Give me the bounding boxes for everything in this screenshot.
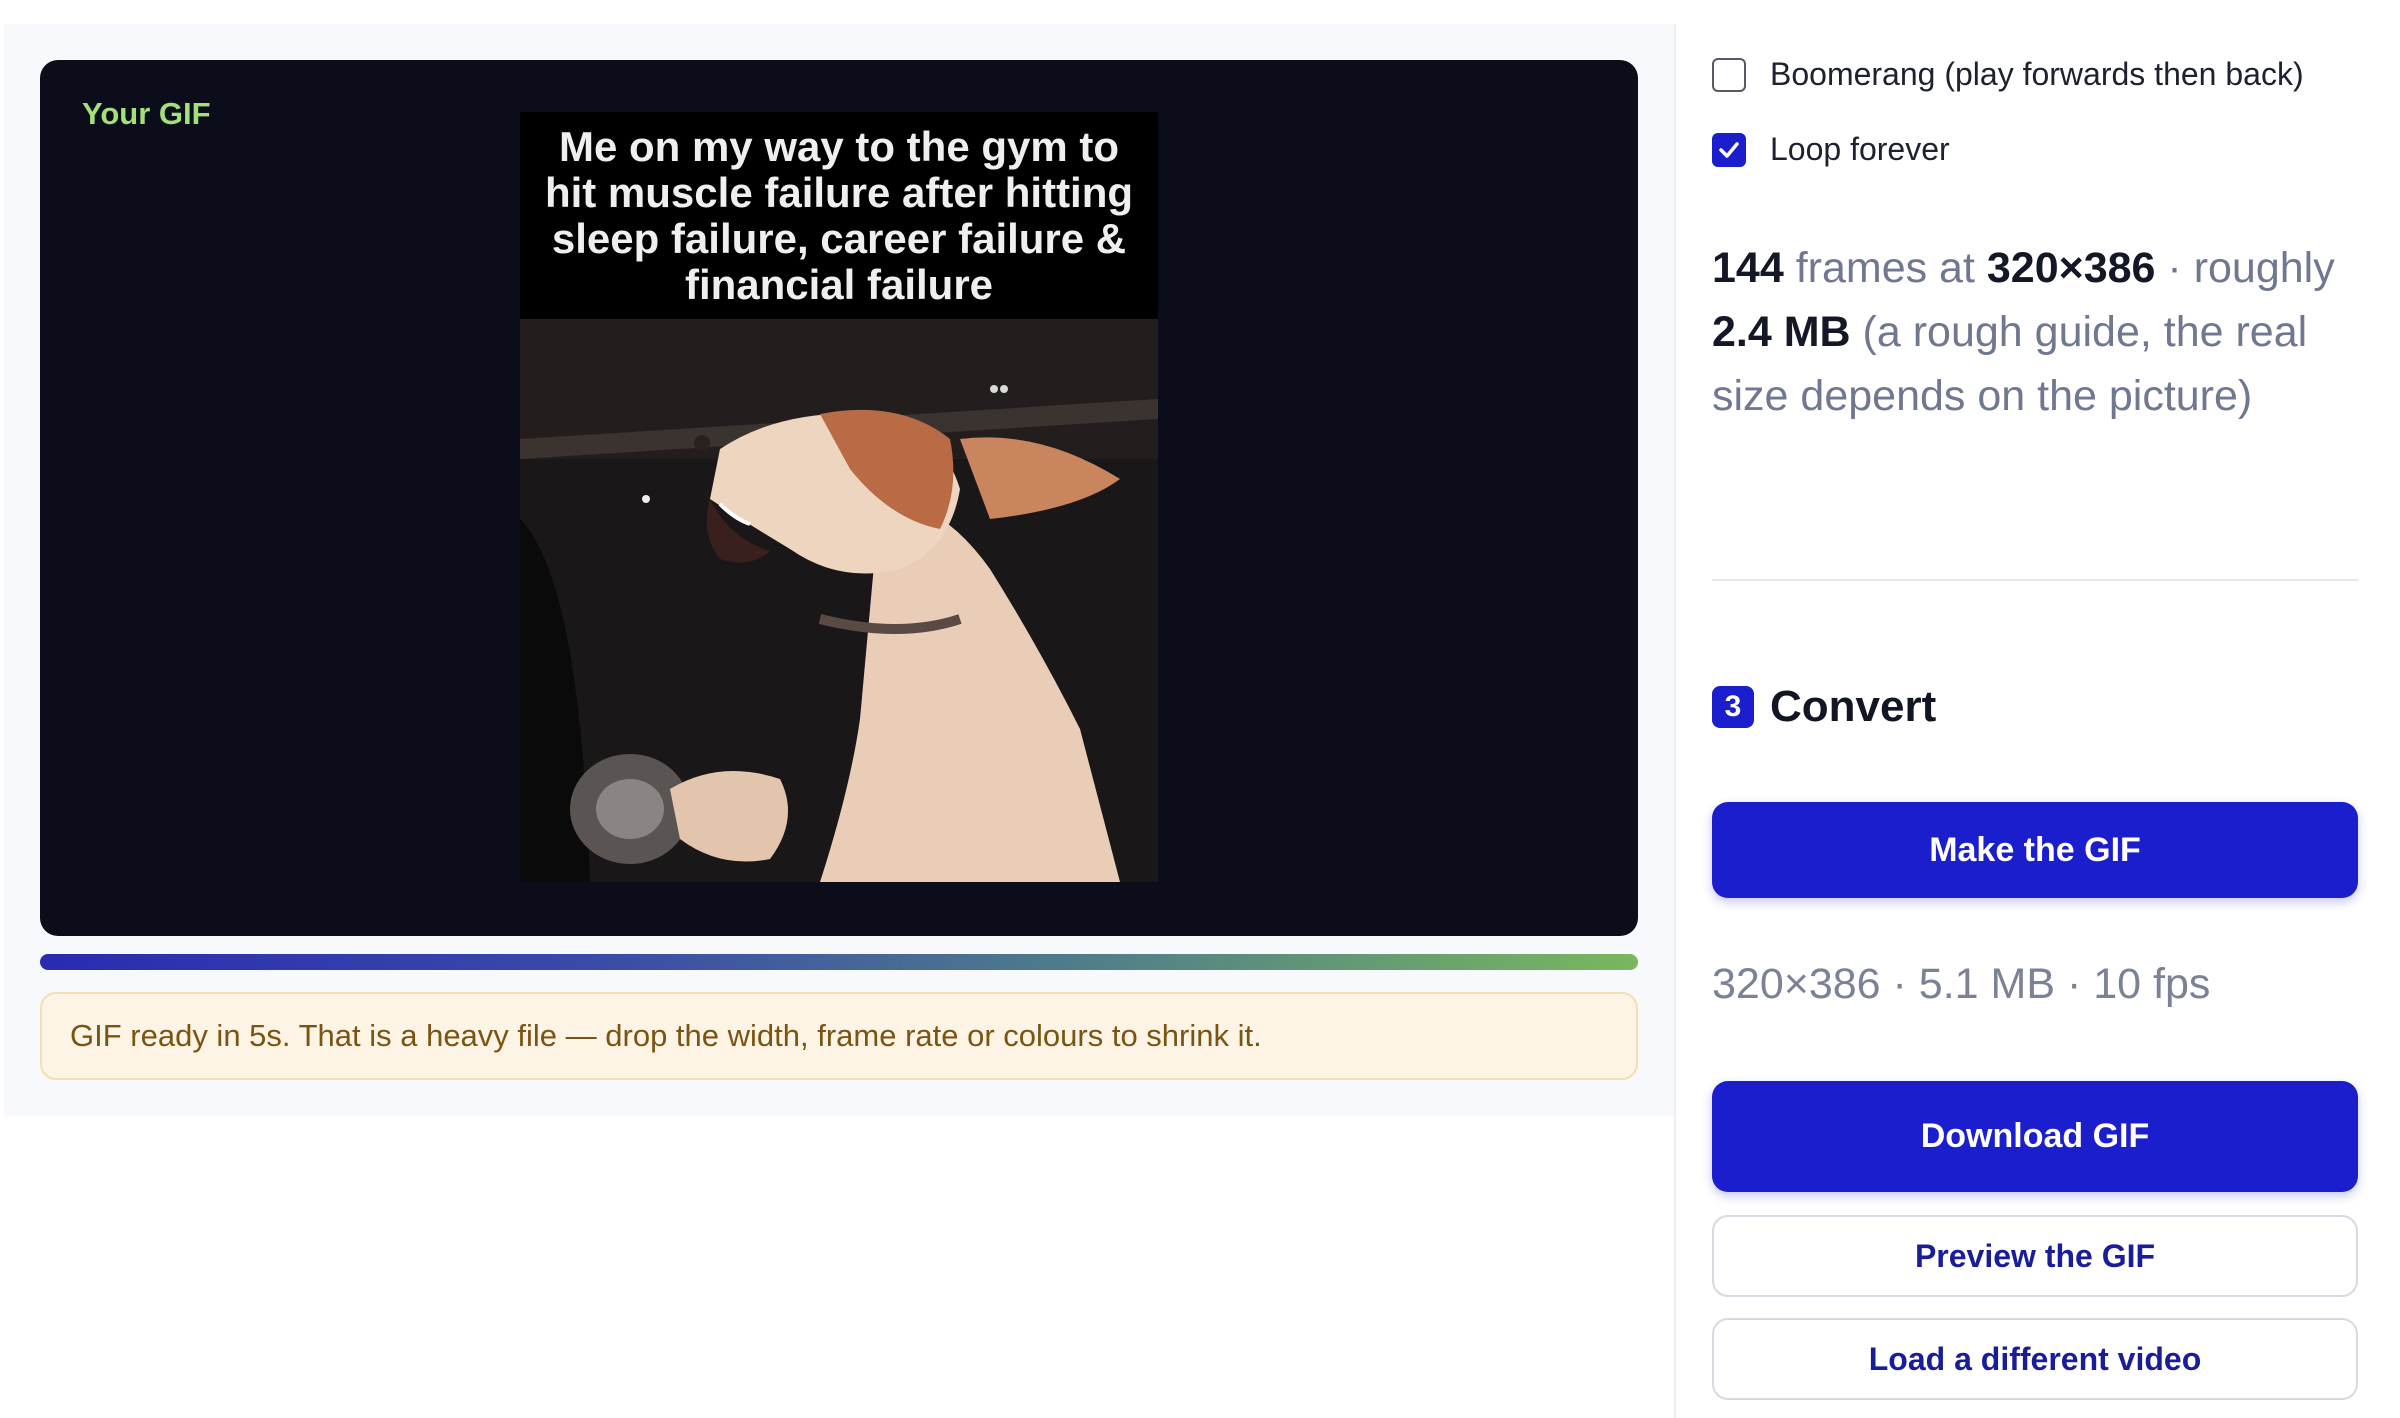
checkmark-icon: [1719, 141, 1739, 158]
convert-title: Convert: [1770, 682, 1937, 731]
status-notice-text: GIF ready in 5s. That is a heavy file — …: [70, 1018, 1262, 1053]
preview-label: Your GIF: [82, 96, 211, 131]
panel-divider: [1674, 24, 1676, 1418]
status-notice: GIF ready in 5s. That is a heavy file — …: [40, 992, 1638, 1080]
result-info: 320×386 · 5.1 MB · 10 fps: [1712, 960, 2211, 1008]
gif-caption: Me on my way to the gym to hit muscle fa…: [520, 112, 1158, 319]
boomerang-checkbox[interactable]: [1712, 57, 1746, 92]
gif-image: Me on my way to the gym to hit muscle fa…: [520, 112, 1158, 882]
loop-checkbox[interactable]: [1712, 132, 1746, 167]
section-divider: [1712, 579, 2358, 581]
load-different-video-button[interactable]: Load a different video: [1712, 1318, 2358, 1400]
dog-illustration: [520, 319, 1158, 882]
estimated-size: 2.4 MB: [1712, 308, 1851, 356]
make-gif-button[interactable]: Make the GIF: [1712, 802, 2358, 898]
loop-label[interactable]: Loop forever: [1770, 131, 1950, 168]
gif-stats: 144 frames at 320×386 · roughly 2.4 MB (…: [1712, 244, 2335, 420]
step-number-badge: 3: [1712, 686, 1754, 728]
gif-preview-stage: Your GIF Me on my way to the gym to hit …: [40, 60, 1638, 936]
convert-step-header: 3 Convert: [1712, 682, 1936, 732]
frame-count: 144: [1712, 244, 1784, 292]
preview-gif-button[interactable]: Preview the GIF: [1712, 1215, 2358, 1297]
conversion-progress-bar: [40, 954, 1638, 970]
boomerang-option[interactable]: Boomerang (play forwards then back): [1712, 56, 2304, 93]
download-gif-button[interactable]: Download GIF: [1712, 1081, 2358, 1192]
loop-option[interactable]: Loop forever: [1712, 131, 1950, 168]
gif-dimensions: 320×386: [1986, 244, 2156, 292]
boomerang-label[interactable]: Boomerang (play forwards then back): [1770, 56, 2304, 93]
